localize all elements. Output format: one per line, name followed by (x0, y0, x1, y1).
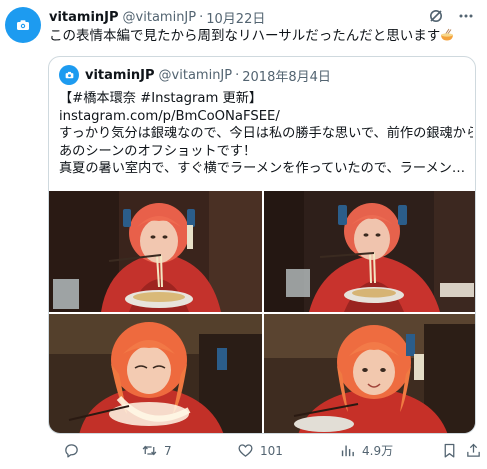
like-icon (238, 444, 253, 457)
retweet-icon (142, 445, 157, 456)
quoted-text-line: 【#橋本環奈 #Instagram 更新】 (59, 91, 263, 106)
separator-dot: · (199, 9, 204, 25)
quoted-text-line: あのシーンのオフショットです！ (59, 143, 257, 159)
bookmark-icon (444, 443, 455, 458)
photo-2[interactable] (264, 191, 475, 312)
avatar[interactable] (5, 7, 41, 43)
more-icon[interactable] (457, 7, 475, 25)
bookmark-button[interactable] (441, 442, 458, 459)
photo-1[interactable] (49, 191, 262, 312)
grok-icon[interactable] (427, 7, 445, 25)
retweet-count: 7 (164, 443, 172, 458)
quoted-text-line: instagram.com/p/BmCoONaFSEE/ (59, 108, 280, 124)
views-icon (341, 445, 354, 457)
tweet-text: この表情本編で見たから周到なリハーサルだったんだと思います (49, 27, 454, 45)
like-button[interactable]: 101 (237, 442, 283, 459)
tweet-actions: 7 101 4.9万 (49, 440, 480, 462)
quoted-header: vitaminJP @vitaminJP · 2018年8月4日 (85, 66, 331, 85)
share-button[interactable] (465, 442, 482, 459)
tweet-text-content: この表情本編で見たから周到なリハーサルだったんだと思います (49, 28, 441, 44)
views-button[interactable]: 4.9万 (339, 442, 393, 459)
quoted-avatar[interactable] (59, 65, 79, 85)
quoted-text-line: すっかり気分は銀魂なので、今日は私の勝手な思いで、前作の銀魂から (59, 126, 473, 141)
photo-grid (49, 191, 475, 433)
tweet-date[interactable]: 10月22日 (206, 8, 265, 27)
camera-avatar-icon (65, 71, 73, 79)
share-icon (467, 443, 480, 457)
reply-icon (65, 444, 78, 458)
camera-avatar-icon (17, 20, 29, 30)
quoted-tweet[interactable]: vitaminJP @vitaminJP · 2018年8月4日 【#橋本環奈 … (48, 56, 476, 434)
tweet-header: vitaminJP @vitaminJP · 10月22日 (49, 8, 265, 27)
quoted-display-name[interactable]: vitaminJP (85, 68, 155, 83)
ramen-bowl-icon (440, 28, 454, 42)
display-name[interactable]: vitaminJP (49, 10, 119, 25)
quoted-text: 【#橋本環奈 #Instagram 更新】 instagram.com/p/Bm… (59, 90, 473, 178)
tweet[interactable]: vitaminJP @vitaminJP · 10月22日 この表情本編で見たか… (0, 0, 487, 469)
user-handle[interactable]: @vitaminJP (123, 10, 197, 25)
quoted-user-handle[interactable]: @vitaminJP (159, 68, 233, 83)
tweet-top-actions (427, 7, 475, 25)
like-count: 101 (260, 443, 283, 458)
photo-3[interactable] (49, 314, 262, 433)
separator-dot: · (235, 67, 240, 83)
views-count: 4.9万 (362, 444, 394, 458)
reply-button[interactable] (63, 442, 86, 459)
photo-4[interactable] (264, 314, 475, 433)
retweet-button[interactable]: 7 (141, 442, 172, 459)
quoted-date[interactable]: 2018年8月4日 (242, 66, 331, 85)
quoted-text-line: 真夏の暑い室内で、すぐ横でラーメンを作っていたので、ラーメン屋の... (59, 161, 473, 176)
